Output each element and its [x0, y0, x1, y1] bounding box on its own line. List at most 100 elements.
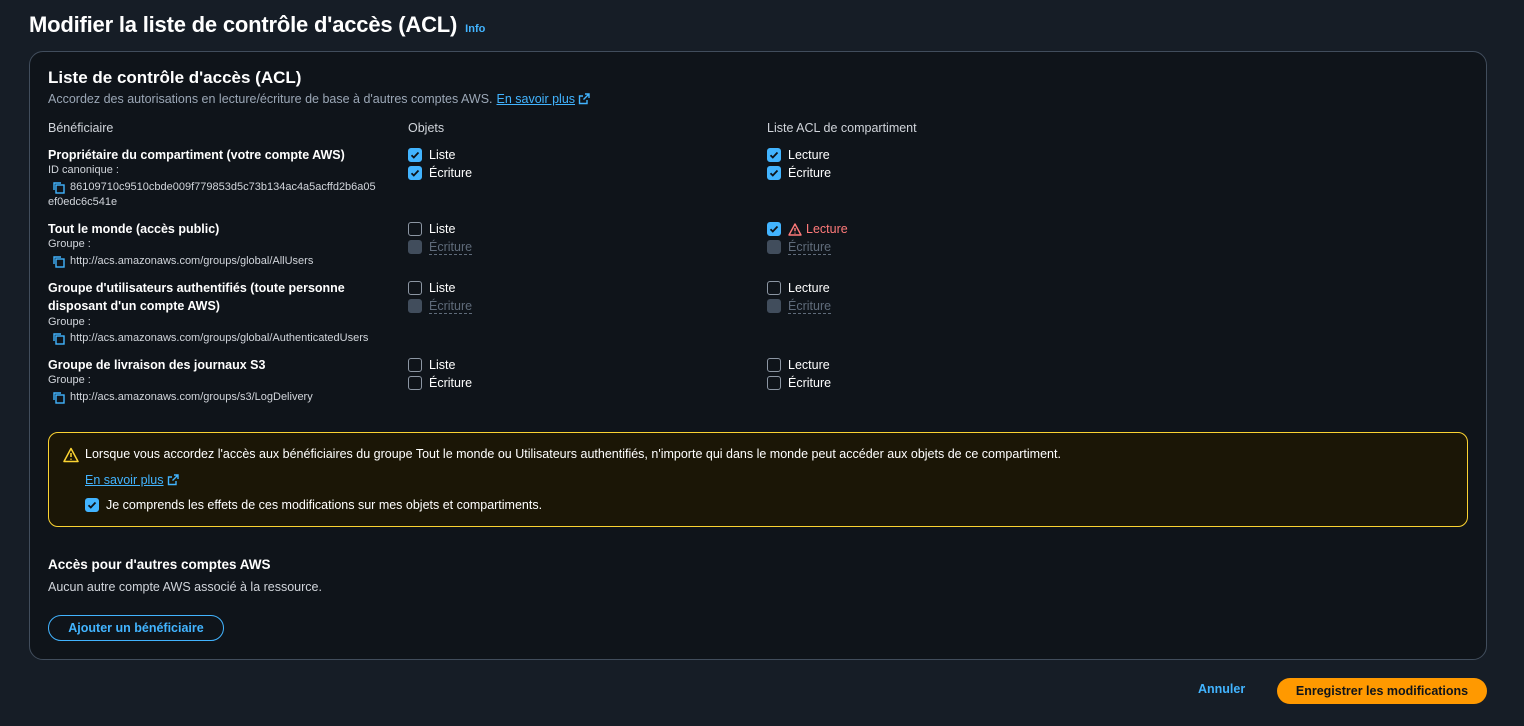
learn-more-label: En savoir plus [496, 92, 576, 106]
checkbox[interactable] [767, 281, 781, 295]
auth-users-bucket-write-checkbox: Écriture [767, 298, 832, 314]
grantee-name: Groupe d'utilisateurs authentifiés (tout… [48, 281, 345, 295]
canonical-id: 86109710c9510cbde009f779853d5c73b134ac4a… [52, 180, 376, 195]
grantee-sub-label: Groupe : [48, 374, 91, 386]
canonical-id-continued: ef0edc6c541e [48, 196, 118, 208]
checkbox-label: Écriture [788, 166, 832, 180]
copy-icon[interactable] [52, 332, 65, 345]
checkbox[interactable] [408, 281, 422, 295]
check-icon [410, 169, 420, 177]
copy-icon[interactable] [52, 391, 65, 404]
everyone-bucket-read-checkbox[interactable]: Lecture [767, 221, 848, 237]
everyone-bucket-write-checkbox: Écriture [767, 239, 832, 255]
copy-icon[interactable] [52, 181, 65, 194]
canonical-id-value: 86109710c9510cbde009f779853d5c73b134ac4a… [70, 181, 376, 193]
checkbox[interactable] [767, 166, 781, 180]
column-header-bucket-acl: Liste ACL de compartiment [767, 121, 917, 135]
owner-bucket-read-checkbox[interactable]: Lecture [767, 147, 830, 163]
check-icon [769, 151, 779, 159]
checkbox-label: Écriture [788, 298, 832, 314]
other-accounts-description: Aucun autre compte AWS associé à la ress… [48, 580, 322, 594]
auth-users-objects-list-checkbox[interactable]: Liste [408, 280, 455, 296]
warning-text: Lorsque vous accordez l'accès aux bénéfi… [85, 447, 1061, 461]
page-title: Modifier la liste de contrôle d'accès (A… [29, 12, 458, 37]
owner-objects-write-checkbox[interactable]: Écriture [408, 165, 472, 181]
check-icon [769, 225, 779, 233]
group-uri-value: http://acs.amazonaws.com/groups/global/A… [70, 332, 369, 344]
grantee-name: Groupe de livraison des journaux S3 [48, 358, 266, 372]
checkbox-label: Écriture [429, 166, 473, 180]
learn-more-label: En savoir plus [85, 473, 164, 487]
checkbox[interactable] [767, 148, 781, 162]
group-uri-value: http://acs.amazonaws.com/groups/global/A… [70, 255, 314, 267]
checkbox-label: Écriture [429, 239, 473, 255]
checkbox[interactable] [767, 222, 781, 236]
checkbox-label: Écriture [788, 376, 832, 390]
checkbox[interactable] [408, 376, 422, 390]
group-uri-value: http://acs.amazonaws.com/groups/s3/LogDe… [70, 391, 313, 403]
checkbox-label: Écriture [788, 239, 832, 255]
grantee-name-continued: disposant d'un compte AWS) [48, 299, 220, 313]
checkbox-disabled [767, 240, 781, 254]
column-header-objects: Objets [408, 121, 445, 135]
grantee-sub-label: Groupe : [48, 238, 91, 250]
warning-icon [63, 447, 79, 463]
column-header-grantee: Bénéficiaire [48, 121, 114, 135]
page: Modifier la liste de contrôle d'accès (A… [0, 0, 1524, 726]
panel-description: Accordez des autorisations en lecture/éc… [48, 92, 590, 106]
check-icon [410, 151, 420, 159]
save-changes-button[interactable]: Enregistrer les modifications [1277, 678, 1487, 704]
auth-users-bucket-read-checkbox[interactable]: Lecture [767, 280, 830, 296]
grantee-name: Propriétaire du compartiment (votre comp… [48, 148, 345, 162]
checkbox-label: Écriture [429, 376, 473, 390]
cancel-button[interactable]: Annuler [1198, 682, 1245, 696]
checkbox-label: Lecture [788, 281, 830, 295]
everyone-objects-list-checkbox[interactable]: Liste [408, 221, 455, 237]
log-delivery-bucket-read-checkbox[interactable]: Lecture [767, 357, 830, 373]
checkbox-disabled [408, 240, 422, 254]
acl-panel: Liste de contrôle d'accès (ACL) Accordez… [29, 51, 1487, 660]
checkbox[interactable] [767, 358, 781, 372]
checkbox-label: Liste [429, 148, 456, 162]
log-delivery-objects-list-checkbox[interactable]: Liste [408, 357, 455, 373]
checkbox[interactable] [767, 376, 781, 390]
log-delivery-objects-write-checkbox[interactable]: Écriture [408, 375, 472, 391]
panel-description-text: Accordez des autorisations en lecture/éc… [48, 92, 493, 106]
external-link-icon [578, 93, 590, 105]
add-grantee-button[interactable]: Ajouter un bénéficiaire [48, 615, 224, 641]
checkbox[interactable] [408, 358, 422, 372]
page-header: Modifier la liste de contrôle d'accès (A… [29, 12, 485, 38]
external-link-icon [167, 474, 179, 486]
learn-more-link[interactable]: En savoir plus [497, 92, 591, 106]
log-delivery-bucket-write-checkbox[interactable]: Écriture [767, 375, 831, 391]
group-uri: http://acs.amazonaws.com/groups/global/A… [52, 331, 368, 346]
checkbox-label: Liste [429, 358, 456, 372]
checkbox-label: Liste [429, 281, 456, 295]
checkbox-disabled [408, 299, 422, 313]
acknowledge-checkbox[interactable]: Je comprends les effets de ces modificat… [85, 497, 542, 513]
copy-icon[interactable] [52, 255, 65, 268]
group-uri: http://acs.amazonaws.com/groups/global/A… [52, 254, 313, 269]
checkbox[interactable] [408, 166, 422, 180]
checkbox-disabled [767, 299, 781, 313]
other-accounts-title: Accès pour d'autres comptes AWS [48, 557, 271, 572]
grantee-sub-label: ID canonique : [48, 164, 119, 176]
owner-bucket-write-checkbox[interactable]: Écriture [767, 165, 831, 181]
checkbox[interactable] [85, 498, 99, 512]
checkbox-label: Liste [429, 222, 456, 236]
public-access-warning: Lorsque vous accordez l'accès aux bénéfi… [48, 432, 1468, 527]
warning-learn-more-link[interactable]: En savoir plus [85, 473, 179, 487]
check-icon [769, 169, 779, 177]
owner-objects-list-checkbox[interactable]: Liste [408, 147, 455, 163]
warning-icon [788, 222, 802, 236]
checkbox-label: Lecture [806, 222, 848, 236]
everyone-objects-write-checkbox: Écriture [408, 239, 473, 255]
checkbox-label: Lecture [788, 148, 830, 162]
group-uri: http://acs.amazonaws.com/groups/s3/LogDe… [52, 390, 313, 405]
checkbox[interactable] [408, 222, 422, 236]
info-link[interactable]: Info [465, 23, 485, 35]
checkbox-label: Lecture [788, 358, 830, 372]
checkbox[interactable] [408, 148, 422, 162]
panel-title: Liste de contrôle d'accès (ACL) [48, 68, 302, 87]
checkbox-label: Écriture [429, 298, 473, 314]
